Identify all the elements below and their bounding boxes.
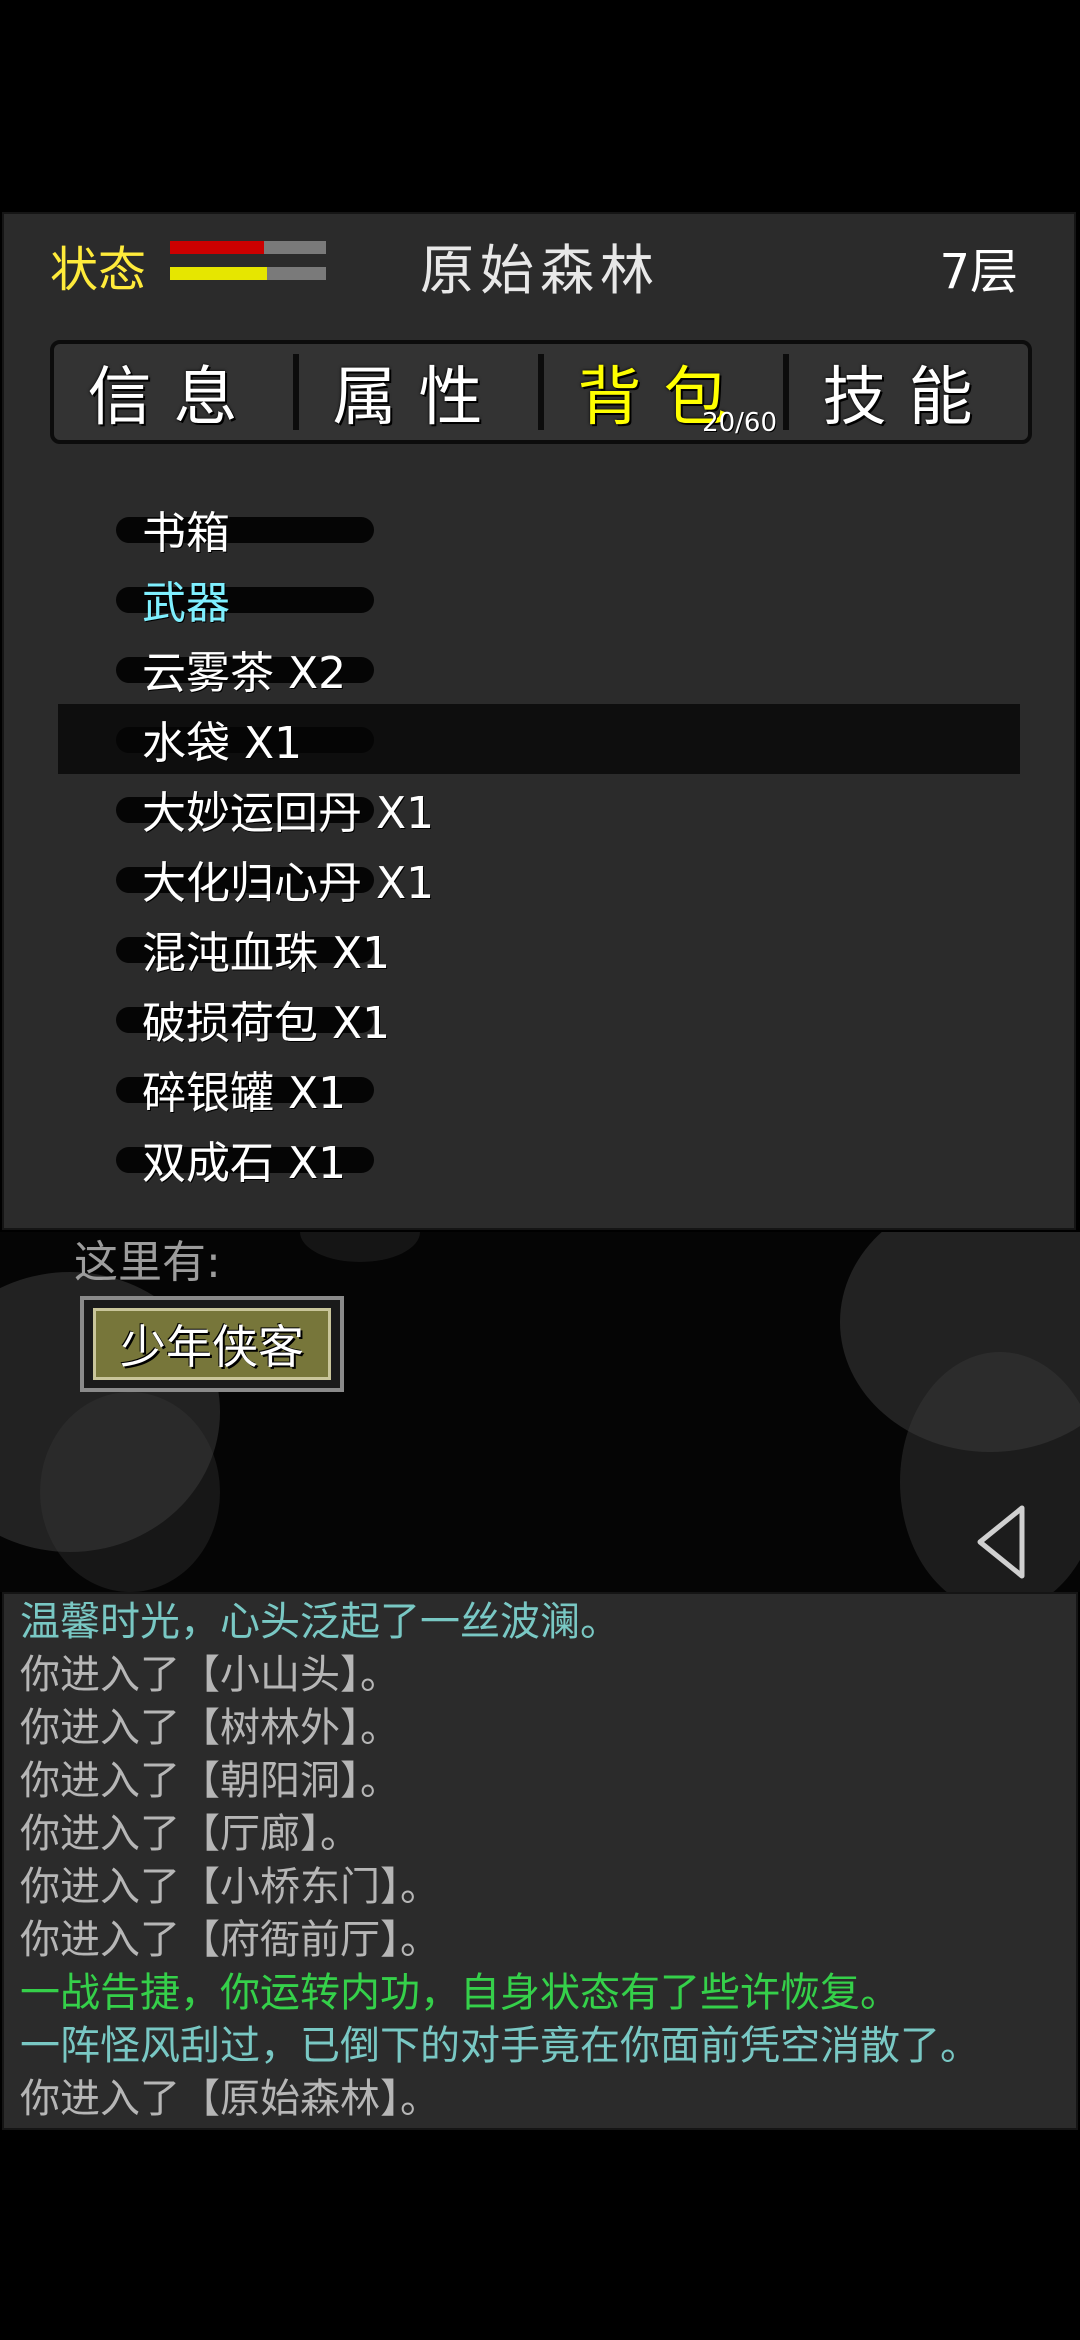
inventory-item-tea[interactable]: 云雾茶 X2 [58,634,1020,704]
inventory-item-weapons[interactable]: 武器 [58,564,1020,634]
inventory-item-silver-jar[interactable]: 碎银罐 X1 [58,1054,1020,1124]
item-label: 碎银罐 X1 [142,1068,347,1119]
item-label: 大化归心丹 X1 [142,858,435,909]
inventory-item-pill-dahua[interactable]: 大化归心丹 X1 [58,844,1020,914]
inventory-item-blood-pearl[interactable]: 混沌血珠 X1 [58,914,1020,984]
tab-attributes[interactable]: 属性 [299,344,538,440]
tab-skills[interactable]: 技能 [789,344,1028,440]
log-line: 温馨时光，心头泛起了一丝波澜。 [20,1599,620,1645]
message-log[interactable]: 温馨时光，心头泛起了一丝波澜。 你进入了【小山头】。 你进入了【树林外】。 你进… [2,1592,1078,2130]
inventory-list: 书箱 武器 云雾茶 X2 水袋 X1 大妙运回丹 X1 大化归心丹 X1 混沌血… [58,494,1020,1194]
inventory-item-stone[interactable]: 双成石 X1 [58,1124,1020,1194]
inventory-item-pouch[interactable]: 破损荷包 X1 [58,984,1020,1054]
log-line: 一战告捷，你运转内功，自身状态有了些许恢复。 [20,1970,900,2016]
back-arrow-icon[interactable] [974,1502,1030,1586]
npc-button[interactable]: 少年侠客 [80,1296,344,1392]
backpack-capacity: 20/60 [702,408,777,438]
here-label: 这里有: [74,1237,221,1288]
tab-info[interactable]: 信息 [54,344,293,440]
item-label: 双成石 X1 [142,1138,347,1189]
smoke-decoration [300,1232,420,1262]
log-line: 你进入了【府衙前厅】。 [20,1917,440,1963]
item-label: 混沌血珠 X1 [142,928,391,979]
back-arrow-icon-svg [977,1505,1025,1579]
log-line: 你进入了【小桥东门】。 [20,1864,440,1910]
tab-attributes-label: 属性 [332,361,505,435]
smoke-decoration [40,1392,220,1592]
game-screen: 状态 原始森林 7层 信息 属性 背包 20/60 技能 书箱 武器 云雾茶 X… [0,0,1080,2340]
item-label: 破损荷包 X1 [142,998,391,1049]
log-line: 你进入了【朝阳洞】。 [20,1758,400,1804]
location-title: 原始森林 [420,239,660,302]
tab-bar: 信息 属性 背包 20/60 技能 [50,340,1032,444]
tab-info-label: 信息 [87,361,260,435]
item-label: 大妙运回丹 X1 [142,788,435,839]
log-line: 你进入了【树林外】。 [20,1705,400,1751]
log-line: 一阵怪风刮过，已倒下的对手竟在你面前凭空消散了。 [20,2023,980,2069]
log-line: 你进入了【厅廊】。 [20,1811,360,1857]
npc-button-label: 少年侠客 [93,1308,331,1380]
log-line: 你进入了【原始森林】。 [20,2076,440,2122]
log-line: 你进入了【小山头】。 [20,1652,400,1698]
inventory-item-waterbag[interactable]: 水袋 X1 [58,704,1020,774]
item-label: 武器 [142,578,230,629]
item-label: 水袋 X1 [142,718,303,769]
tab-backpack[interactable]: 背包 20/60 [544,344,783,440]
item-label: 书箱 [142,508,230,559]
tab-skills-label: 技能 [822,361,995,435]
floor-label: 7层 [939,244,1018,300]
inventory-item-pill-damiao[interactable]: 大妙运回丹 X1 [58,774,1020,844]
item-label: 云雾茶 X2 [142,648,347,699]
inventory-item-bookcase[interactable]: 书箱 [58,494,1020,564]
